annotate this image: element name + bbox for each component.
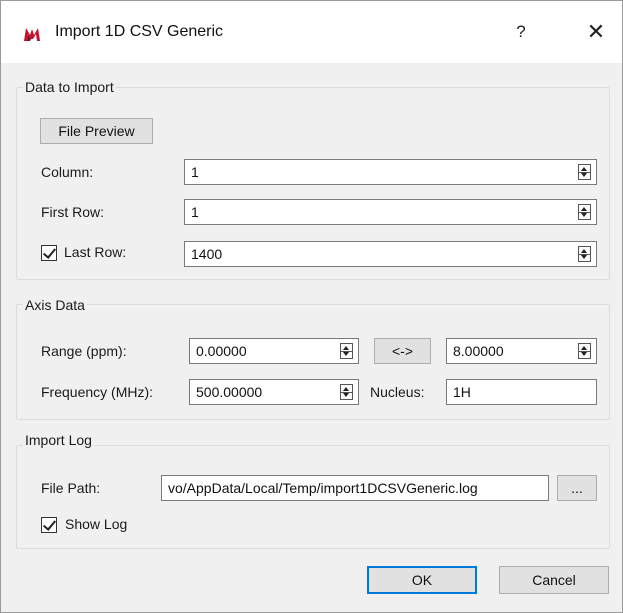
column-value: 1	[191, 164, 199, 180]
nucleus-field[interactable]: 1H	[446, 379, 597, 405]
spinner-arrows-icon[interactable]	[578, 246, 591, 262]
frequency-value: 500.00000	[196, 384, 263, 400]
frequency-label: Frequency (MHz):	[41, 384, 154, 400]
title-bar: Import 1D CSV Generic ? ✕	[1, 1, 622, 63]
last-row-value: 1400	[191, 246, 223, 262]
range-label: Range (ppm):	[41, 343, 127, 359]
swap-range-button[interactable]: <->	[374, 338, 431, 364]
question-mark-icon: ?	[516, 22, 526, 41]
last-row-spinbox[interactable]: 1400	[184, 241, 597, 267]
range-to-value: 8.00000	[453, 343, 504, 359]
ok-button[interactable]: OK	[367, 566, 477, 594]
spinner-arrows-icon[interactable]	[578, 164, 591, 180]
import-dialog: Import 1D CSV Generic ? ✕ Data to Import…	[0, 0, 623, 613]
import-log-title: Import Log	[23, 432, 94, 448]
checkmark-icon	[42, 245, 57, 259]
spinner-arrows-icon[interactable]	[340, 384, 353, 400]
last-row-label: Last Row:	[64, 244, 127, 260]
close-icon: ✕	[586, 19, 606, 44]
show-log-label: Show Log	[65, 516, 128, 532]
nucleus-value: 1H	[453, 384, 471, 400]
first-row-label: First Row:	[41, 204, 104, 220]
nucleus-label: Nucleus:	[370, 384, 425, 400]
column-spinbox[interactable]: 1	[184, 159, 597, 185]
show-log-checkbox[interactable]	[41, 517, 57, 533]
cancel-button[interactable]: Cancel	[499, 566, 609, 594]
close-button[interactable]: ✕	[581, 17, 611, 47]
first-row-spinbox[interactable]: 1	[184, 199, 597, 225]
window-title: Import 1D CSV Generic	[55, 23, 224, 40]
file-path-value: vo/AppData/Local/Temp/import1DCSVGeneric…	[168, 480, 478, 496]
axis-data-title: Axis Data	[23, 297, 87, 313]
checkmark-icon	[42, 517, 57, 531]
spinner-arrows-icon[interactable]	[578, 343, 591, 359]
last-row-checkbox[interactable]	[41, 245, 57, 261]
app-logo-icon	[24, 28, 40, 41]
file-preview-button[interactable]: File Preview	[40, 118, 153, 144]
spinner-arrows-icon[interactable]	[578, 204, 591, 220]
file-path-label: File Path:	[41, 480, 101, 496]
data-to-import-title: Data to Import	[23, 79, 116, 95]
range-from-spinbox[interactable]: 0.00000	[189, 338, 359, 364]
first-row-value: 1	[191, 204, 199, 220]
range-from-value: 0.00000	[196, 343, 247, 359]
file-path-field[interactable]: vo/AppData/Local/Temp/import1DCSVGeneric…	[161, 475, 549, 501]
help-button[interactable]: ?	[506, 17, 536, 47]
browse-button[interactable]: ...	[557, 475, 597, 501]
range-to-spinbox[interactable]: 8.00000	[446, 338, 597, 364]
frequency-spinbox[interactable]: 500.00000	[189, 379, 359, 405]
column-label: Column:	[41, 164, 94, 180]
spinner-arrows-icon[interactable]	[340, 343, 353, 359]
